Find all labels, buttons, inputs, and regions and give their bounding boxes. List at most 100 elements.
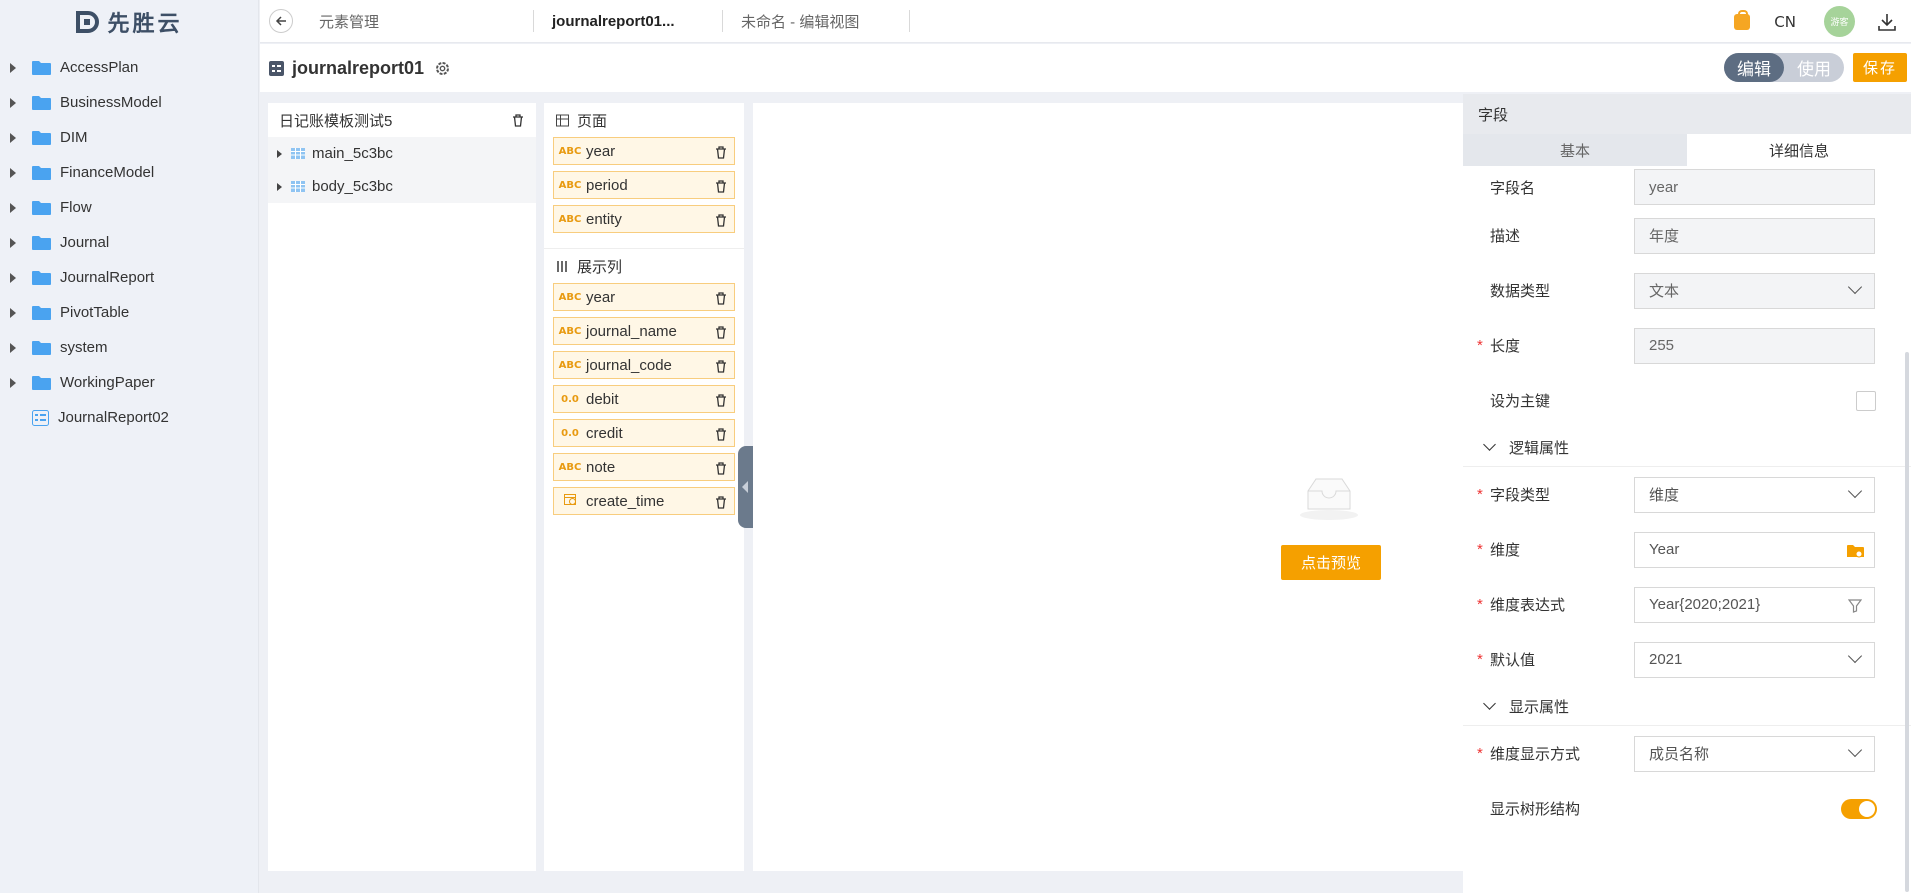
- tree-item-label: FinanceModel: [60, 164, 155, 181]
- expand-caret-icon[interactable]: [10, 132, 16, 143]
- tab-detail[interactable]: 详细信息: [1687, 134, 1911, 166]
- tree-item-journalreport02[interactable]: JournalReport02: [0, 400, 258, 435]
- preview-button[interactable]: 点击预览: [1281, 545, 1381, 580]
- tree-item-financemodel[interactable]: FinanceModel: [0, 155, 258, 190]
- folder-icon: [32, 61, 51, 75]
- default-value-select[interactable]: 2021: [1634, 641, 1875, 678]
- expand-caret-icon[interactable]: [10, 62, 16, 73]
- back-button[interactable]: [269, 9, 293, 33]
- trash-icon[interactable]: [715, 394, 727, 407]
- length-input[interactable]: 255: [1634, 327, 1875, 364]
- tree-item-journalreport[interactable]: JournalReport: [0, 260, 258, 295]
- tab-basic[interactable]: 基本: [1463, 134, 1687, 166]
- field-chip[interactable]: ABC year: [553, 137, 735, 165]
- field-chip[interactable]: ABC entity: [553, 205, 735, 233]
- description-label: 描述: [1490, 228, 1521, 245]
- tree-item-workingpaper[interactable]: WorkingPaper: [0, 365, 258, 400]
- dimension-input[interactable]: Year: [1634, 531, 1875, 568]
- tree-item-label: Flow: [60, 199, 92, 216]
- tree-item-pivottable[interactable]: PivotTable: [0, 295, 258, 330]
- text-type-icon: ABC: [558, 213, 582, 225]
- mode-use-button[interactable]: 使用: [1784, 53, 1844, 82]
- field-name-input[interactable]: year: [1634, 169, 1875, 205]
- save-button[interactable]: 保存: [1853, 53, 1907, 82]
- trash-icon[interactable]: [715, 462, 727, 475]
- expand-caret-icon[interactable]: [10, 377, 16, 388]
- field-name-label: 字段名: [1490, 179, 1536, 197]
- trash-icon[interactable]: [715, 292, 727, 305]
- trash-icon[interactable]: [715, 214, 727, 227]
- tree-structure-toggle[interactable]: [1841, 798, 1877, 819]
- avatar[interactable]: 游客: [1824, 6, 1855, 37]
- trash-icon[interactable]: [715, 326, 727, 339]
- tab-journalreport01[interactable]: journalreport01...: [534, 10, 723, 32]
- expand-caret-icon[interactable]: [10, 97, 16, 108]
- table-row-main[interactable]: main_5c3bc: [268, 137, 536, 170]
- trash-icon[interactable]: [715, 180, 727, 193]
- expand-caret-icon[interactable]: [277, 182, 282, 191]
- trash-icon[interactable]: [715, 428, 727, 441]
- row-dimension-display: * 维度显示方式 成员名称: [1463, 726, 1911, 781]
- tree-item-system[interactable]: system: [0, 330, 258, 365]
- gear-icon[interactable]: [434, 60, 451, 77]
- primary-key-checkbox[interactable]: [1856, 390, 1876, 411]
- folder-picker-icon[interactable]: [1847, 544, 1864, 558]
- default-value-label: * 默认值: [1463, 649, 1634, 670]
- model-header: 日记账模板测试5: [268, 103, 536, 137]
- expand-caret-icon[interactable]: [10, 167, 16, 178]
- field-chip[interactable]: ABC journal_name: [553, 317, 735, 345]
- trash-icon[interactable]: [512, 114, 524, 127]
- expand-caret-icon[interactable]: [10, 272, 16, 283]
- properties-header: 字段: [1463, 94, 1911, 134]
- logo-icon: [76, 11, 100, 33]
- tree-item-journal[interactable]: Journal: [0, 225, 258, 260]
- field-type-label: * 字段类型: [1463, 484, 1634, 505]
- tab-edit-view[interactable]: 未命名 - 编辑视图: [723, 10, 910, 32]
- mode-edit-button[interactable]: 编辑: [1724, 53, 1784, 82]
- description-input[interactable]: 年度: [1634, 217, 1875, 254]
- chevron-down-icon: [1847, 279, 1863, 294]
- trash-icon[interactable]: [715, 360, 727, 373]
- field-chip[interactable]: ABC period: [553, 171, 735, 199]
- field-label: debit: [586, 390, 619, 408]
- expand-caret-icon[interactable]: [277, 149, 282, 158]
- model-title: 日记账模板测试5: [279, 112, 393, 130]
- tree-item-accessplan[interactable]: AccessPlan: [0, 50, 258, 85]
- dimension-display-select[interactable]: 成员名称: [1634, 735, 1875, 772]
- properties-scrollbar[interactable]: [1905, 352, 1909, 892]
- row-field-name: 字段名 year: [1463, 166, 1911, 208]
- field-chip[interactable]: 0.0 credit: [553, 419, 735, 447]
- logic-group-header[interactable]: 逻辑属性: [1463, 428, 1911, 467]
- logo-text: 先胜云: [107, 11, 183, 36]
- dimension-expression-input[interactable]: Year{2020;2021}: [1634, 586, 1875, 623]
- trash-icon[interactable]: [715, 496, 727, 509]
- table-row-body[interactable]: body_5c3bc: [268, 170, 536, 203]
- expand-caret-icon[interactable]: [10, 237, 16, 248]
- dimension-label: * 维度: [1463, 539, 1634, 560]
- filter-icon[interactable]: [1848, 598, 1862, 613]
- arrow-left-icon: [275, 16, 286, 26]
- tree-item-dim[interactable]: DIM: [0, 120, 258, 155]
- expand-caret-icon[interactable]: [10, 307, 16, 318]
- page-title: journalreport01: [292, 57, 425, 78]
- shopping-bag-icon[interactable]: [1734, 9, 1751, 30]
- field-chip[interactable]: ABC journal_code: [553, 351, 735, 379]
- tree-item-businessmodel[interactable]: BusinessModel: [0, 85, 258, 120]
- field-chip[interactable]: 0.0 debit: [553, 385, 735, 413]
- tab-element-management[interactable]: 元素管理: [305, 10, 534, 32]
- expand-caret-icon[interactable]: [10, 342, 16, 353]
- folder-icon: [32, 236, 51, 250]
- display-group-header[interactable]: 显示属性: [1463, 687, 1911, 726]
- field-chip[interactable]: ABC note: [553, 453, 735, 481]
- field-type-select[interactable]: 维度: [1634, 476, 1875, 513]
- download-icon[interactable]: [1877, 12, 1897, 32]
- datatype-select[interactable]: 文本: [1634, 272, 1875, 309]
- field-chip[interactable]: ABC year: [553, 283, 735, 311]
- tree-item-flow[interactable]: Flow: [0, 190, 258, 225]
- trash-icon[interactable]: [715, 146, 727, 159]
- expand-caret-icon[interactable]: [10, 202, 16, 213]
- collapse-handle[interactable]: [738, 446, 754, 528]
- field-chip[interactable]: create_time: [553, 487, 735, 515]
- tree-item-label: WorkingPaper: [60, 374, 155, 391]
- language-switch[interactable]: CN: [1774, 13, 1796, 31]
